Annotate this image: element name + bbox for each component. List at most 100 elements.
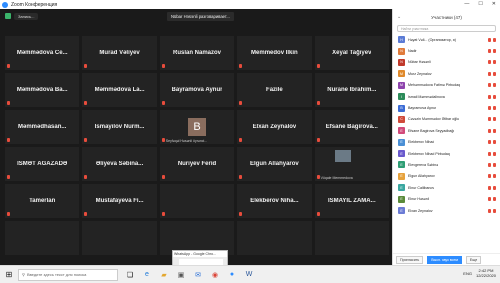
recording-indicator[interactable]: Запись... [14,12,39,20]
video-off-icon[interactable] [493,106,496,111]
video-off-icon[interactable] [493,197,496,202]
participant-tile[interactable] [314,221,389,255]
participant-search-input[interactable]: Найти участника [397,25,496,32]
zoom-taskbar-icon[interactable]: ● [226,269,238,281]
avatar: H [398,36,405,44]
participant-row[interactable]: M Murz Zeynalov [393,68,500,79]
mic-muted-icon[interactable] [488,37,491,42]
invite-button[interactable]: Пригласить [396,255,424,264]
participant-tile[interactable]: Elekberov Niha... [237,184,312,218]
participant-row[interactable]: E Elekberov Nihad [393,137,500,148]
file-explorer-icon[interactable]: ▰ [158,269,170,281]
participant-tile[interactable]: Elgun Allahyarov [237,147,312,181]
more-button[interactable]: Еще [465,255,482,264]
chrome-icon[interactable]: ◉ [209,269,221,281]
participant-row[interactable]: N Nübar Həsənli [393,57,500,68]
video-off-icon[interactable] [493,174,496,179]
mic-muted-icon[interactable] [488,106,491,111]
participant-row[interactable]: H Həyat Vəli... (Организатор, я) [393,34,500,45]
chevron-down-icon[interactable]: ⌄ [397,14,401,20]
participant-tile[interactable]: Elxan Zeynalov [237,110,312,144]
participant-tile[interactable] [159,184,235,218]
mute-all-button[interactable]: Выкл. звук всем [427,255,462,264]
participant-row[interactable]: I Ismail Məmmədalinova [393,91,500,102]
minimize-button[interactable]: — [464,1,469,7]
participant-tile[interactable] [5,221,80,255]
windows-start-icon[interactable]: ⊞ [0,266,18,283]
task-view-icon[interactable]: ❏ [124,269,136,281]
participant-tile[interactable]: Nuriyev Ferid [159,147,235,181]
participant-row[interactable]: E Elgun Allahyarov [393,171,500,182]
mail-icon[interactable]: ✉ [192,269,204,281]
participant-tile[interactable]: Vüqale Memmedova [314,147,389,181]
video-off-icon[interactable] [493,208,496,213]
video-off-icon[interactable] [493,151,496,156]
mic-muted-icon[interactable] [488,94,491,99]
mic-muted-icon[interactable] [488,197,491,202]
video-off-icon[interactable] [493,140,496,145]
participant-tile[interactable]: Efsane Bagirova... [314,110,389,144]
participant-row[interactable]: C Cəvəzin Məmmədov Əlibar oğlu [393,114,500,125]
store-icon[interactable]: ▣ [175,269,187,281]
participant-tile[interactable]: Məmmədova Ba... [5,73,80,107]
mic-muted-icon[interactable] [488,117,491,122]
mic-muted-icon[interactable] [488,162,491,167]
participant-tile[interactable] [237,221,312,255]
participant-tile[interactable] [82,221,157,255]
participant-row[interactable]: E Elevgereva Səbinə [393,159,500,170]
participant-tile[interactable]: Murad Vəliyev [82,36,157,70]
mic-muted-icon[interactable] [488,174,491,179]
participant-row[interactable]: N Nadir [393,45,500,56]
participant-tile[interactable]: Məmmədova La... [82,73,157,107]
participant-tile[interactable]: Memmedov Ilkin [237,36,312,70]
clock[interactable]: 2:42 PM 12/22/2020 [476,268,496,278]
participant-tile[interactable]: Nurane İbrahim... [314,73,389,107]
edge-icon[interactable]: e [141,269,153,281]
language-indicator[interactable]: ENG [463,271,472,276]
participant-tile[interactable]: Bayramova Aynur [159,73,235,107]
participant-tile[interactable]: Fazile [237,73,312,107]
participant-row[interactable]: E Elnur Həsənli [393,193,500,204]
mic-muted-icon[interactable] [488,208,491,213]
mic-muted-icon[interactable] [488,128,491,133]
participant-tile[interactable]: İSMAYIL ZAMA... [314,184,389,218]
participant-row[interactable]: M Mehəmmədova Fatimə Pirbudaq [393,80,500,91]
participant-row[interactable]: E Efsane Bagirova Seyyadbağı [393,125,500,136]
shield-icon[interactable] [5,13,11,19]
participant-tile[interactable]: Məmmədova Ce... [5,36,80,70]
participant-row[interactable]: E Elnur Calilbanov [393,182,500,193]
video-off-icon[interactable] [493,117,496,122]
mic-muted-icon[interactable] [488,140,491,145]
mic-muted-icon[interactable] [488,71,491,76]
video-off-icon[interactable] [493,162,496,167]
mic-muted-icon[interactable] [488,185,491,190]
mic-muted-icon[interactable] [488,83,491,88]
taskbar-search-input[interactable]: ⚲ Введите здесь текст для поиска [18,268,118,281]
participant-row[interactable]: E Elekberov Nihad Pirbudaq [393,148,500,159]
mic-muted-icon[interactable] [488,49,491,54]
participant-tile[interactable]: Ruslan Namazov [159,36,235,70]
participant-tile[interactable]: Xeyal Tağıyev [314,36,389,70]
video-off-icon[interactable] [493,94,496,99]
maximize-button[interactable]: ☐ [478,1,482,7]
participant-tile[interactable]: Tamerlan [5,184,80,218]
participant-tile[interactable]: Əliyeva Səbina... [82,147,157,181]
participant-row[interactable]: E Elxan Zeynalov [393,205,500,216]
participant-tile[interactable]: Məmmədhasan... [5,110,80,144]
participant-tile[interactable]: B Seyfəqəl Həsənli öyrənci... [159,110,235,144]
video-off-icon[interactable] [493,49,496,54]
close-button[interactable]: ✕ [492,1,496,7]
video-off-icon[interactable] [493,37,496,42]
video-off-icon[interactable] [493,60,496,65]
video-off-icon[interactable] [493,185,496,190]
video-off-icon[interactable] [493,83,496,88]
participant-tile[interactable]: İSMƏT AĞAZADƏ [5,147,80,181]
mic-muted-icon[interactable] [488,151,491,156]
video-off-icon[interactable] [493,71,496,76]
participant-tile[interactable]: İsmayılov Nurm... [82,110,157,144]
participant-row[interactable]: B Bayramova Aynur [393,102,500,113]
video-off-icon[interactable] [493,128,496,133]
participant-tile[interactable]: Mustafayeva Fi... [82,184,157,218]
mic-muted-icon[interactable] [488,60,491,65]
word-icon[interactable]: W [243,269,255,281]
